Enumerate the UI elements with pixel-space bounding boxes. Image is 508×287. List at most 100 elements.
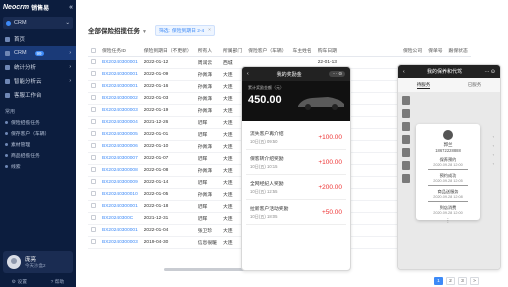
col-header[interactable]: 保险客户（车辆） [245, 46, 290, 57]
col-header[interactable]: 购车日期 [314, 46, 340, 57]
sidebar: Neocrm 销售易 « CRM ⌄ 首页 CRM 99 › 统计分析 › 智能… [0, 0, 76, 287]
col-header[interactable]: 车主姓名 [289, 46, 315, 57]
bullet-icon [5, 165, 8, 168]
sidebar-item-analytics[interactable]: 智能分析云 › [0, 74, 76, 88]
page-button[interactable]: 1 [434, 277, 443, 285]
sidebar-item-home[interactable]: 首页 [0, 32, 76, 46]
col-header[interactable]: 保险公司 [399, 46, 426, 57]
chevron-left-icon[interactable]: ‹ [493, 150, 494, 159]
col-header[interactable] [339, 46, 400, 57]
sidebar-subitem[interactable]: 素材管理 [0, 139, 76, 150]
chevron-right-icon: › [69, 78, 71, 84]
thumbnail [402, 96, 410, 105]
row-checkbox[interactable] [88, 140, 99, 153]
cell-task-id[interactable]: BX20240300001 [99, 56, 141, 69]
row-checkbox[interactable] [88, 188, 99, 201]
sidebar-subitem[interactable]: 保存客户（车辆） [0, 128, 76, 139]
col-header[interactable]: 保单号 [425, 46, 446, 57]
cell-task-id[interactable]: BX20240300008 [99, 164, 141, 177]
tab-pending[interactable]: 待服务 [416, 82, 431, 89]
sidebar-item-service[interactable]: 客服工作台 [0, 88, 76, 102]
page-button[interactable]: 3 [458, 277, 467, 285]
col-header[interactable]: 保险任务ID [99, 46, 141, 57]
thumbnail [402, 148, 410, 157]
col-header[interactable]: 所属部门 [219, 46, 246, 57]
row-checkbox[interactable] [88, 224, 99, 237]
reward-info: 流失客户再介绍 10日(五) 09:50 [250, 130, 284, 145]
chevron-left-icon[interactable]: ‹ [493, 141, 494, 150]
col-header[interactable]: 所有人 [194, 46, 220, 57]
collapse-icon[interactable]: « [69, 4, 73, 11]
sidebar-subitem[interactable]: 商品招揽任务 [0, 150, 76, 161]
back-icon[interactable]: ‹ [403, 69, 405, 75]
logo-text: Neocrm [3, 3, 30, 11]
reward-value: +200.00 [318, 183, 342, 191]
cloud-icon [5, 78, 10, 84]
cell-expiry-date: 2022-01-04 [140, 224, 195, 237]
row-checkbox[interactable] [88, 116, 99, 129]
row-checkbox[interactable] [88, 56, 99, 69]
list-item[interactable]: 保客转介绍奖励 10日(五) 10:15 +100.00 [246, 150, 346, 175]
mini-menu-icon[interactable]: ··· ⊙ [484, 69, 495, 75]
reward-name: 拉新客户活动奖励 [250, 206, 289, 212]
row-checkbox[interactable] [88, 104, 99, 117]
cell-task-id[interactable]: BX20240300001 [99, 80, 141, 93]
list-item[interactable]: 全网经纪人奖励 10日(五) 12:55 +200.00 [246, 175, 346, 200]
settings-link[interactable]: ⚙ 设置 [12, 278, 27, 285]
cell-task-id[interactable]: BX20240300001 [99, 224, 141, 237]
row-checkbox[interactable] [88, 164, 99, 177]
cell-task-id[interactable]: BX20240300001 [99, 200, 141, 213]
chevron-left-icon[interactable]: ‹ [493, 132, 494, 141]
select-all-checkbox[interactable] [88, 46, 99, 57]
cell-owner: 孙佩泽 [194, 140, 220, 153]
col-header[interactable]: 保险到期日（不更新） [140, 46, 195, 57]
cell-task-id[interactable]: BX20240300002 [99, 92, 141, 105]
sidebar-item-stats[interactable]: 统计分析 › [0, 60, 76, 74]
cell-owner: 迟晖 [194, 212, 220, 225]
mini-menu-icon[interactable]: ··· ⊙ [329, 71, 345, 77]
sidebar-subitem-label: 保存客户（车辆） [11, 132, 50, 137]
row-checkbox[interactable] [88, 68, 99, 81]
col-header[interactable]: 跟保状态 [445, 46, 471, 57]
cell-task-id[interactable]: BX20240300C [99, 212, 141, 225]
tab-done[interactable]: 已服务 [468, 82, 482, 88]
list-view-selector[interactable]: 全部保险招揽任务 ▼ [88, 25, 147, 35]
more-icon[interactable]: ⋮ [420, 218, 476, 224]
cell-task-id[interactable]: BX20240300010 [99, 188, 141, 201]
row-checkbox[interactable] [88, 92, 99, 105]
filter-close-icon[interactable]: × [208, 28, 211, 33]
cell-task-id[interactable]: BX20240300003 [99, 104, 141, 117]
cell-task-id[interactable]: BX20240300003 [99, 236, 141, 249]
row-checkbox[interactable] [88, 200, 99, 213]
cell-owner: 孙佩泽 [194, 92, 220, 105]
user-card[interactable]: 庞亮 今天沙盒2 [3, 251, 73, 273]
row-checkbox[interactable] [88, 236, 99, 249]
row-checkbox[interactable] [88, 176, 99, 189]
list-item[interactable]: 拉新客户活动奖励 10日(五) 18:05 +50.00 [246, 200, 346, 225]
cell-task-id[interactable]: BX20240300007 [99, 152, 141, 165]
sidebar-item-crm[interactable]: CRM 99 › [0, 46, 76, 60]
filter-label: 筛选: [158, 28, 170, 34]
sidebar-subitem[interactable]: 线索 [0, 161, 76, 172]
cell-task-id[interactable]: BX20240300004 [99, 116, 141, 129]
cell-task-id[interactable]: BX20240300006 [99, 140, 141, 153]
sidebar-item-label: 首页 [14, 37, 26, 43]
help-link[interactable]: ? 帮助 [51, 278, 65, 285]
headset-icon [5, 92, 10, 98]
cell-task-id[interactable]: BX20240300009 [99, 176, 141, 189]
page-button[interactable]: 2 [446, 277, 455, 285]
cell-task-id[interactable]: BX20240300005 [99, 128, 141, 141]
back-icon[interactable]: ‹ [247, 71, 249, 77]
sidebar-subitem[interactable]: 保险招揽任务 [0, 117, 76, 128]
list-item[interactable]: 流失客户再介绍 10日(五) 09:50 +100.00 [246, 125, 346, 150]
row-checkbox[interactable] [88, 152, 99, 165]
cell-task-id[interactable]: BX20240300001 [99, 68, 141, 81]
crm-selector[interactable]: CRM ⌄ [3, 17, 73, 29]
row-checkbox[interactable] [88, 128, 99, 141]
row-checkbox[interactable] [88, 80, 99, 93]
filter-tag[interactable]: 筛选: 保险到期日 2-4 × [154, 24, 215, 36]
row-checkbox[interactable] [88, 212, 99, 225]
chevron-left-icon[interactable]: ‹ [493, 159, 494, 168]
next-page-button[interactable]: > [470, 277, 479, 285]
reward-name: 保客转介绍奖励 [250, 156, 284, 162]
